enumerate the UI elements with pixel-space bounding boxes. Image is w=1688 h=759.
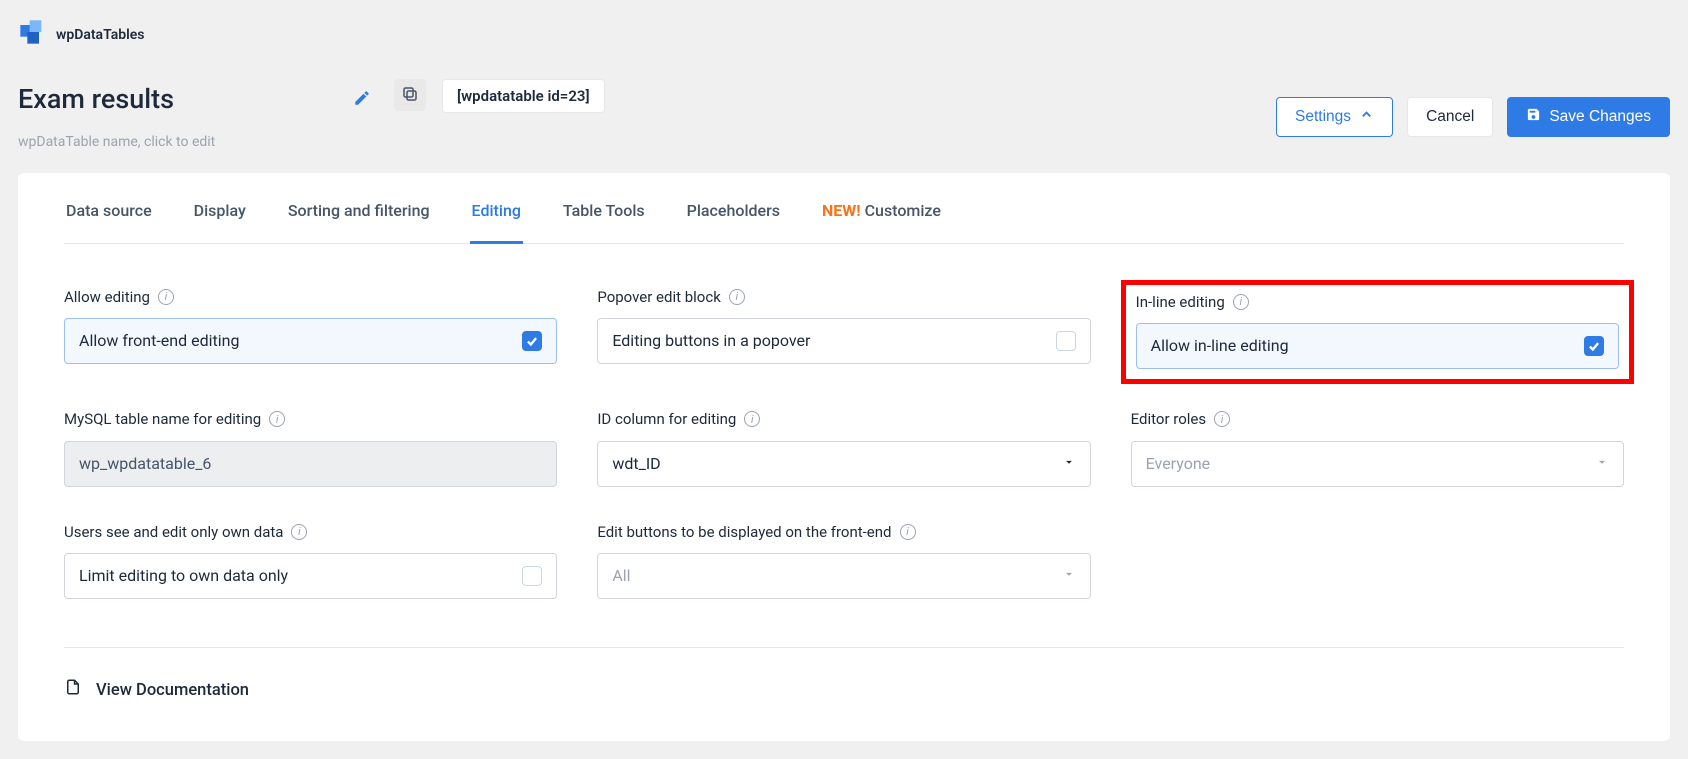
page-title[interactable]: Exam results	[18, 79, 174, 120]
info-icon[interactable]	[158, 289, 174, 305]
info-icon[interactable]	[729, 289, 745, 305]
edit-title-button[interactable]	[346, 83, 378, 115]
info-icon[interactable]	[1214, 411, 1230, 427]
checkbox-icon	[522, 331, 542, 351]
info-icon[interactable]	[1233, 294, 1249, 310]
field-mysql-table: MySQL table name for editing wp_wpdatata…	[64, 408, 557, 487]
settings-button-label: Settings	[1295, 108, 1351, 126]
id-column-select[interactable]: wdt_ID	[597, 441, 1090, 487]
header-actions: Settings Cancel Save Changes	[1276, 79, 1670, 137]
chevron-down-icon	[1062, 452, 1076, 476]
label: ID column for editing	[597, 408, 736, 431]
label: Users see and edit only own data	[64, 521, 283, 544]
label: MySQL table name for editing	[64, 408, 261, 431]
control-text: Editing buttons in a popover	[612, 329, 810, 353]
label: Edit buttons to be displayed on the fron…	[597, 521, 891, 544]
control-text: Allow front-end editing	[79, 329, 239, 353]
inline-editing-highlight: In-line editing Allow in-line editing	[1121, 280, 1634, 385]
tab-label: Display	[194, 201, 246, 220]
cancel-button-label: Cancel	[1426, 108, 1474, 126]
save-icon	[1526, 107, 1541, 127]
edit-buttons-select[interactable]: All	[597, 553, 1090, 599]
save-button-label: Save Changes	[1549, 108, 1651, 126]
tab-sorting[interactable]: Sorting and filtering	[286, 185, 432, 244]
popover-block-toggle[interactable]: Editing buttons in a popover	[597, 318, 1090, 364]
field-edit-buttons: Edit buttons to be displayed on the fron…	[597, 521, 1090, 600]
cancel-button[interactable]: Cancel	[1407, 97, 1493, 137]
field-popover-block: Popover edit block Editing buttons in a …	[597, 286, 1090, 375]
tab-label: Placeholders	[687, 201, 780, 220]
title-hint: wpDataTable name, click to edit	[18, 132, 378, 153]
info-icon[interactable]	[269, 411, 285, 427]
divider	[64, 647, 1624, 648]
copy-shortcode-button[interactable]	[394, 79, 426, 111]
checkbox-icon	[1056, 331, 1076, 351]
allow-editing-toggle[interactable]: Allow front-end editing	[64, 318, 557, 364]
tab-label: Customize	[865, 201, 941, 220]
settings-card: Data source Display Sorting and filterin…	[18, 173, 1670, 741]
info-icon[interactable]	[744, 411, 760, 427]
field-editor-roles: Editor roles Everyone	[1131, 408, 1624, 487]
documentation-link[interactable]: View Documentation	[64, 676, 249, 707]
control-text: Everyone	[1146, 452, 1210, 476]
field-allow-editing: Allow editing Allow front-end editing	[64, 286, 557, 375]
chevron-up-icon	[1359, 107, 1374, 127]
tab-label: Sorting and filtering	[288, 201, 430, 220]
field-id-column: ID column for editing wdt_ID	[597, 408, 1090, 487]
control-text: Limit editing to own data only	[79, 564, 288, 588]
save-button[interactable]: Save Changes	[1507, 97, 1670, 137]
control-text: wdt_ID	[612, 452, 660, 476]
chevron-down-icon	[1595, 452, 1609, 476]
editor-roles-select[interactable]: Everyone	[1131, 441, 1624, 487]
tabs: Data source Display Sorting and filterin…	[64, 185, 1624, 244]
tab-data-source[interactable]: Data source	[64, 185, 154, 244]
copy-icon	[401, 85, 419, 106]
tab-label: Data source	[66, 201, 152, 220]
tab-placeholders[interactable]: Placeholders	[685, 185, 782, 244]
tab-label: Table Tools	[563, 201, 645, 220]
tab-label: Editing	[472, 201, 521, 220]
control-text: Allow in-line editing	[1151, 334, 1289, 358]
brand-name: wpDataTables	[56, 25, 144, 46]
form-grid: Allow editing Allow front-end editing Po…	[64, 244, 1624, 600]
brand-logo-icon	[18, 18, 46, 53]
settings-button[interactable]: Settings	[1276, 97, 1393, 137]
field-inline-editing: In-line editing Allow in-line editing	[1136, 291, 1619, 370]
document-icon	[64, 676, 82, 707]
control-text: All	[612, 564, 630, 588]
tab-table-tools[interactable]: Table Tools	[561, 185, 647, 244]
field-own-data: Users see and edit only own data Limit e…	[64, 521, 557, 600]
label: In-line editing	[1136, 291, 1225, 314]
pencil-icon	[353, 89, 371, 110]
label: Popover edit block	[597, 286, 721, 309]
shortcode[interactable]: [wpdatatable id=23]	[442, 79, 605, 113]
info-icon[interactable]	[291, 524, 307, 540]
control-text: wp_wpdatatable_6	[79, 452, 211, 476]
page-header: Exam results wpDataTable name, click to …	[18, 79, 1670, 153]
label: Editor roles	[1131, 408, 1206, 431]
label: Allow editing	[64, 286, 150, 309]
checkbox-icon	[1584, 336, 1604, 356]
tab-editing[interactable]: Editing	[470, 185, 523, 244]
mysql-table-input: wp_wpdatatable_6	[64, 441, 557, 487]
inline-editing-toggle[interactable]: Allow in-line editing	[1136, 323, 1619, 369]
info-icon[interactable]	[900, 524, 916, 540]
chevron-down-icon	[1062, 564, 1076, 588]
tab-display[interactable]: Display	[192, 185, 248, 244]
own-data-toggle[interactable]: Limit editing to own data only	[64, 553, 557, 599]
new-badge: NEW!	[822, 201, 865, 220]
brand: wpDataTables	[18, 18, 1670, 53]
checkbox-icon	[522, 566, 542, 586]
tab-customize[interactable]: NEW! Customize	[820, 185, 943, 244]
documentation-link-label: View Documentation	[96, 679, 249, 704]
